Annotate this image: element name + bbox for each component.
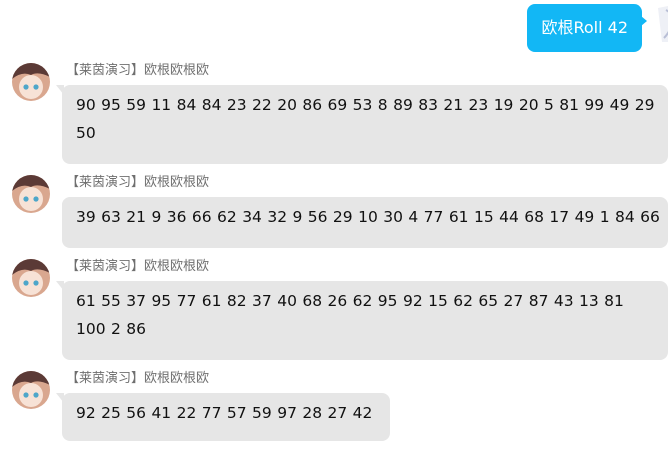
sender-name: 【莱茵演习】欧根欧根欧: [66, 175, 210, 190]
message-text: 39 63 21 9 36 66 62 34 32 9 56 29 10 30 …: [76, 208, 660, 226]
message-3: 【莱茵演习】欧根欧根欧 61 55 37 95 77 61 82 37 40 6…: [12, 259, 668, 361]
message-text: 61 55 37 95 77 61 82 37 40 68 26 62 95 9…: [76, 292, 624, 338]
message-bubble[interactable]: 90 95 59 11 84 84 23 22 20 86 69 53 8 89…: [56, 85, 668, 164]
message-bubble[interactable]: 61 55 37 95 77 61 82 37 40 68 26 62 95 9…: [56, 281, 668, 360]
message-bubble[interactable]: 39 63 21 9 36 66 62 34 32 9 56 29 10 30 …: [62, 197, 668, 248]
contact-avatar[interactable]: [12, 259, 50, 297]
contact-avatar[interactable]: [12, 175, 50, 213]
outgoing-message: 欧根Roll 42: [527, 4, 647, 52]
message-text: 92 25 56 41 22 77 57 59 97 28 27 42: [76, 404, 373, 422]
chat-panel: 欧根Roll 42 【莱茵演习】欧根欧根欧 90 95 59 11 84 84 …: [0, 0, 668, 452]
contact-avatar[interactable]: [12, 371, 50, 409]
message-bubble[interactable]: 92 25 56 41 22 77 57 59 97 28 27 42: [56, 393, 390, 441]
sender-name: 【莱茵演习】欧根欧根欧: [66, 371, 210, 386]
self-avatar[interactable]: [648, 4, 668, 42]
outgoing-text: 欧根Roll 42: [541, 18, 628, 37]
message-text: 90 95 59 11 84 84 23 22 20 86 69 53 8 89…: [76, 96, 655, 142]
message-4: 【莱茵演习】欧根欧根欧 92 25 56 41 22 77 57 59 97 2…: [12, 371, 668, 445]
contact-avatar[interactable]: [12, 63, 50, 101]
outgoing-bubble[interactable]: 欧根Roll 42: [527, 4, 647, 52]
message-1: 【莱茵演习】欧根欧根欧 90 95 59 11 84 84 23 22 20 8…: [12, 63, 668, 165]
message-2: 【莱茵演习】欧根欧根欧 39 63 21 9 36 66 62 34 32 9 …: [12, 175, 668, 249]
sender-name: 【莱茵演习】欧根欧根欧: [66, 63, 210, 78]
sender-name: 【莱茵演习】欧根欧根欧: [66, 259, 210, 274]
